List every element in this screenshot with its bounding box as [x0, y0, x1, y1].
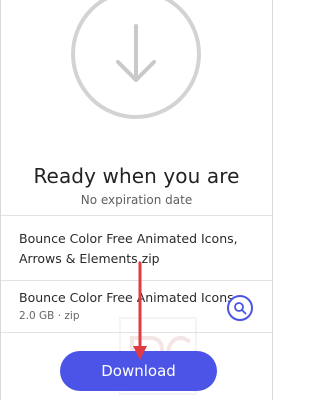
expiration-text: No expiration date [80, 193, 193, 207]
search-icon [234, 302, 247, 315]
page-title: Ready when you are [33, 164, 240, 188]
divider [1, 215, 272, 216]
preview-button[interactable] [227, 295, 253, 321]
download-button[interactable]: Download [60, 351, 217, 391]
download-arrow-icon [71, 0, 201, 119]
file-meta: 2.0 GB · zip [19, 310, 80, 322]
file-name: Bounce Color Free Animated Icons, Arrows… [19, 290, 234, 305]
transfer-filename: Bounce Color Free Animated Icons, Arrows… [19, 231, 238, 266]
